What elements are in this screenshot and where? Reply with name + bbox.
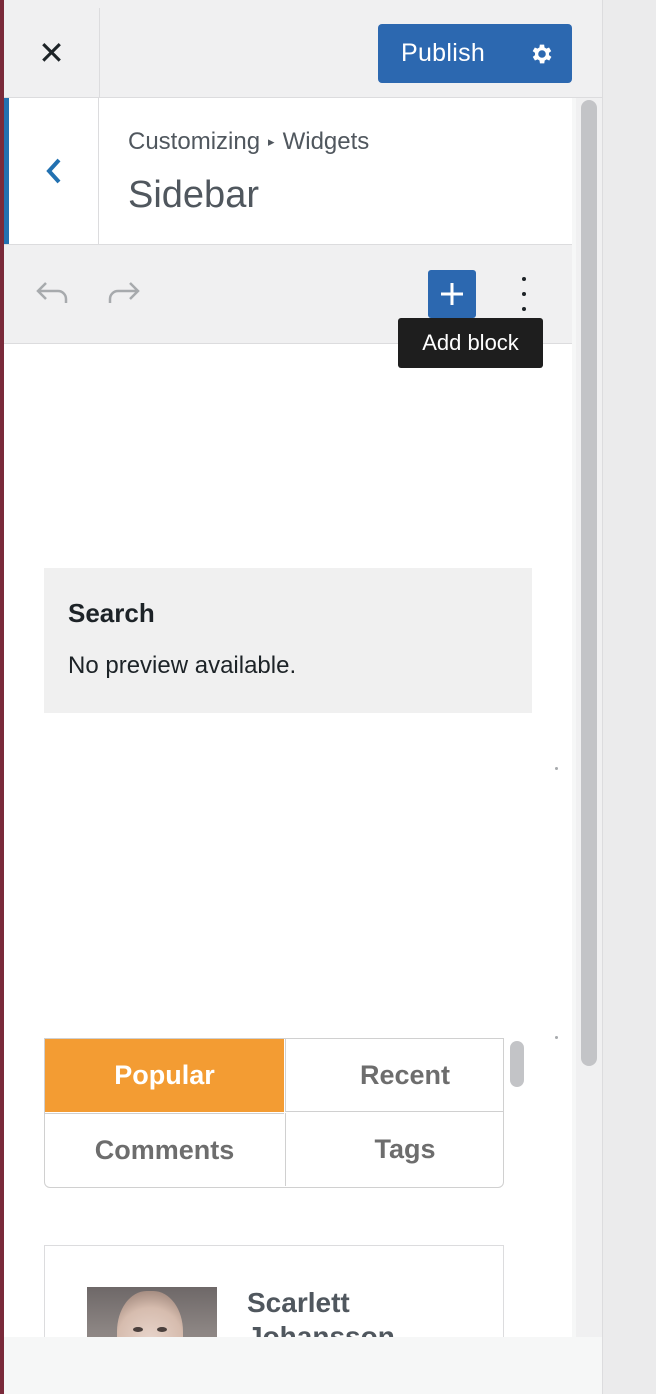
portrait-eye — [133, 1327, 143, 1332]
breadcrumb-root: Customizing — [128, 128, 261, 155]
portrait-image — [117, 1291, 183, 1337]
section-header: Customizing ▸ Widgets Sidebar — [4, 98, 572, 245]
breadcrumb-separator: ▸ — [268, 134, 275, 149]
publish-group: Publish — [378, 24, 572, 83]
back-button[interactable] — [4, 98, 99, 244]
more-dot — [522, 292, 526, 296]
breadcrumb-current: Widgets — [282, 128, 370, 155]
redo-button[interactable] — [106, 277, 142, 309]
undo-icon — [36, 282, 68, 303]
post-thumbnail — [87, 1287, 217, 1337]
more-dot — [522, 277, 526, 281]
search-widget-title: Search — [68, 598, 155, 628]
portrait-eye — [157, 1327, 167, 1332]
page-title: Sidebar — [128, 174, 259, 216]
publish-settings-button[interactable] — [512, 24, 572, 83]
separator-dot — [555, 767, 558, 770]
tab-comments[interactable]: Comments — [45, 1113, 284, 1186]
more-dot — [522, 307, 526, 311]
more-options-button[interactable] — [509, 273, 539, 315]
add-block-tooltip: Add block — [398, 318, 543, 368]
preview-area — [603, 0, 656, 1394]
tab-widget-scroll-thumb[interactable] — [510, 1041, 524, 1087]
customizer-header: ✕ Publish — [4, 0, 602, 98]
breadcrumb: Customizing ▸ Widgets — [128, 128, 369, 156]
publish-button[interactable]: Publish — [378, 39, 512, 68]
redo-icon — [108, 282, 140, 303]
chevron-left-icon — [45, 158, 60, 184]
customizer-panel: ✕ Publish Customizing ▸ Widgets Sidebar — [4, 0, 603, 1394]
gear-icon — [532, 44, 552, 63]
separator-dot — [555, 1036, 558, 1039]
add-block-button[interactable] — [428, 270, 476, 318]
search-widget-message: No preview available. — [68, 652, 297, 679]
undo-button[interactable] — [34, 277, 70, 309]
widget-area: Search No preview available. Popular Rec… — [4, 344, 572, 1337]
post-title[interactable]: Scarlett Johansson — [247, 1286, 447, 1337]
tab-tags[interactable]: Tags — [285, 1113, 524, 1186]
plus-icon — [441, 283, 463, 305]
list-item[interactable]: Scarlett Johansson — [44, 1245, 504, 1337]
panel-scroll-thumb[interactable] — [581, 100, 597, 1066]
tab-popular[interactable]: Popular — [45, 1039, 284, 1112]
tab-widget: Popular Recent Comments Tags — [44, 1038, 524, 1188]
panel-footer — [4, 1337, 602, 1394]
close-button[interactable]: ✕ — [4, 8, 100, 97]
search-widget[interactable]: Search No preview available. — [44, 568, 532, 713]
tab-recent[interactable]: Recent — [285, 1039, 524, 1112]
